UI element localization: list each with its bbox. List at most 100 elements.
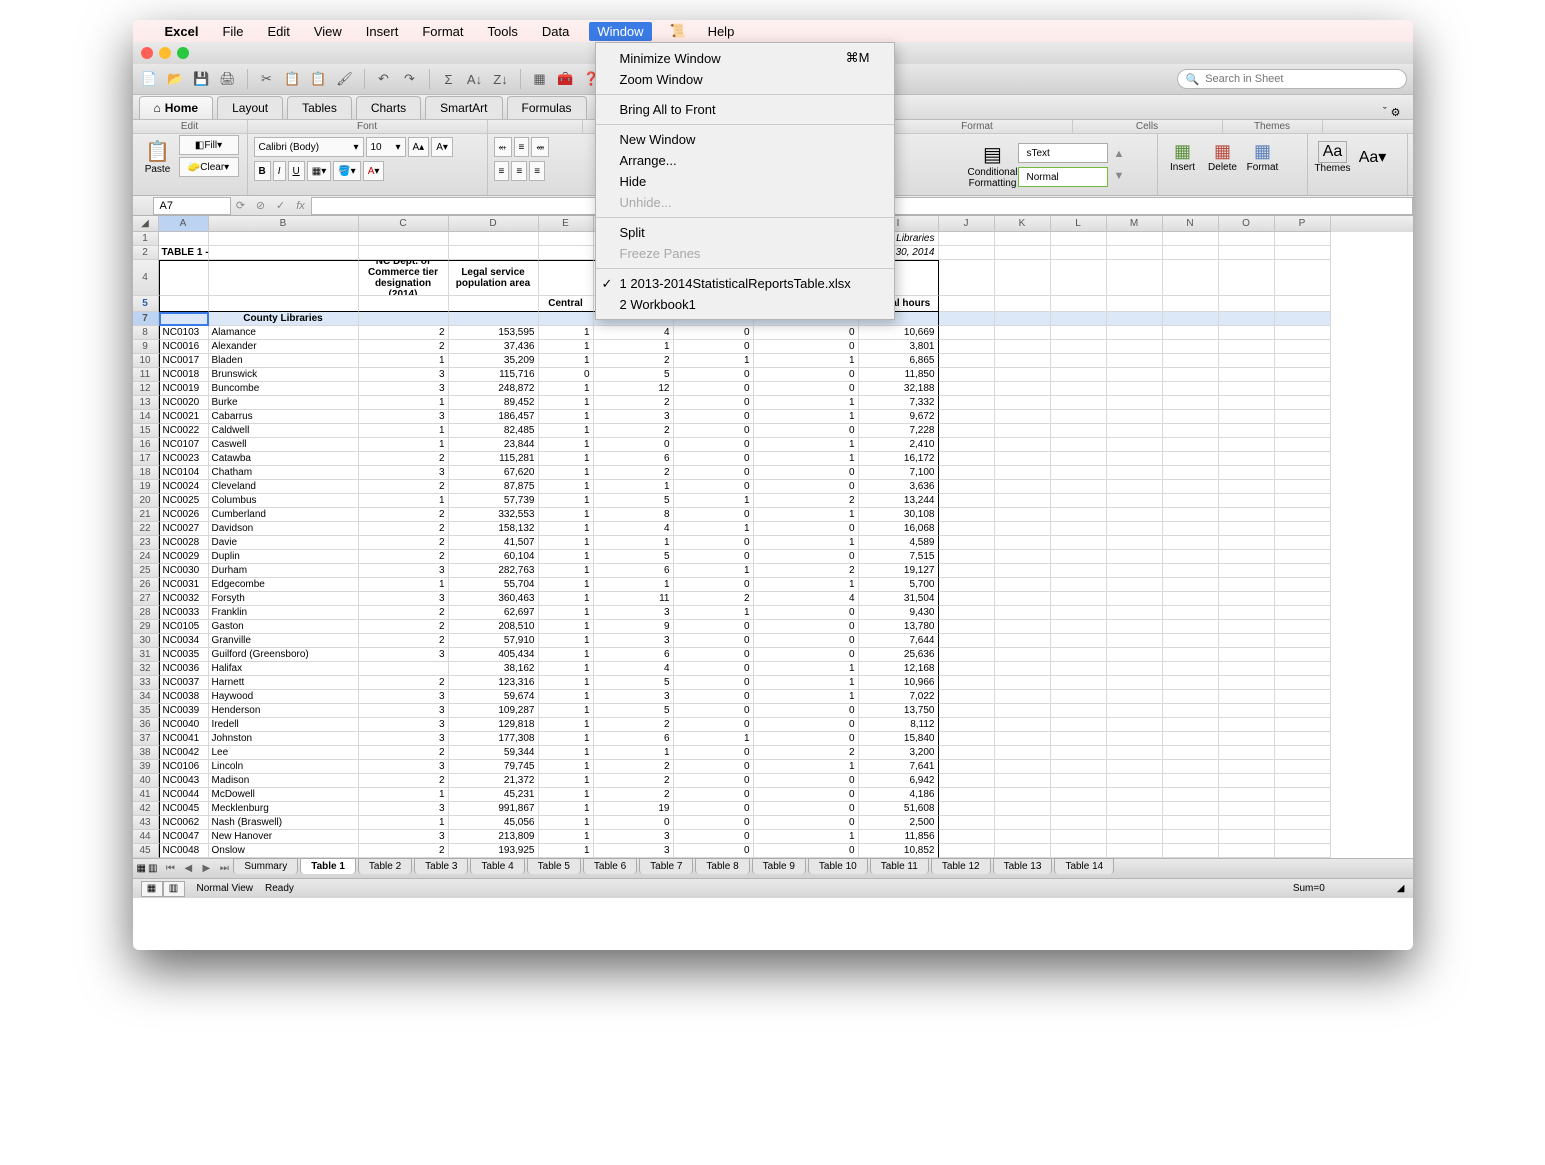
cell[interactable]: NC0038 — [159, 690, 209, 704]
cell[interactable] — [1219, 340, 1275, 354]
cell[interactable] — [995, 382, 1051, 396]
col-C[interactable]: C — [359, 216, 449, 232]
cell[interactable] — [995, 246, 1051, 260]
underline-button[interactable]: U — [288, 161, 305, 181]
cell[interactable] — [1219, 676, 1275, 690]
sheet-tab[interactable]: Table 4 — [470, 858, 524, 874]
cell[interactable]: County Libraries — [209, 312, 359, 326]
cell[interactable]: 1 — [754, 690, 859, 704]
cell[interactable]: Davidson — [209, 522, 359, 536]
cell[interactable]: Lincoln — [209, 760, 359, 774]
cell[interactable] — [939, 410, 995, 424]
cell[interactable] — [1219, 704, 1275, 718]
redo-icon[interactable]: ↷ — [399, 68, 421, 90]
cell[interactable]: Columbus — [209, 494, 359, 508]
row-header[interactable]: 38 — [133, 746, 159, 760]
row-header[interactable]: 19 — [133, 480, 159, 494]
cell[interactable]: NC0019 — [159, 382, 209, 396]
cell[interactable]: Madison — [209, 774, 359, 788]
cell[interactable] — [1051, 634, 1107, 648]
cell[interactable]: NC0037 — [159, 676, 209, 690]
cell[interactable] — [995, 844, 1051, 858]
cell[interactable]: New Hanover — [209, 830, 359, 844]
cell[interactable]: Legal service population area — [449, 260, 539, 296]
cell[interactable]: NC0030 — [159, 564, 209, 578]
cell[interactable]: 1 — [539, 424, 594, 438]
cell[interactable]: NC0062 — [159, 816, 209, 830]
cell[interactable] — [1107, 452, 1163, 466]
cell[interactable]: 19,127 — [859, 564, 939, 578]
cell[interactable] — [1163, 508, 1219, 522]
col-M[interactable]: M — [1107, 216, 1163, 232]
cell[interactable]: 1 — [539, 438, 594, 452]
cell[interactable] — [1275, 662, 1331, 676]
cell[interactable]: 158,132 — [449, 522, 539, 536]
cell[interactable] — [1219, 718, 1275, 732]
cell[interactable] — [1219, 246, 1275, 260]
menu-item[interactable]: Minimize Window⌘M — [596, 47, 894, 69]
cell[interactable] — [939, 480, 995, 494]
cell[interactable]: NC0106 — [159, 760, 209, 774]
cell[interactable] — [1051, 802, 1107, 816]
row-header[interactable]: 16 — [133, 438, 159, 452]
col-N[interactable]: N — [1163, 216, 1219, 232]
cell[interactable] — [359, 296, 449, 312]
menu-edit[interactable]: Edit — [263, 22, 293, 41]
cell[interactable]: 4 — [754, 592, 859, 606]
cell[interactable]: 16,068 — [859, 522, 939, 536]
cell[interactable]: NC0040 — [159, 718, 209, 732]
sheet-tab[interactable]: Table 7 — [639, 858, 693, 874]
cell[interactable]: 3 — [359, 592, 449, 606]
cell[interactable]: 3 — [594, 410, 674, 424]
cell[interactable]: 59,674 — [449, 690, 539, 704]
row-header[interactable]: 44 — [133, 830, 159, 844]
row-header[interactable]: 33 — [133, 676, 159, 690]
search-box[interactable]: 🔍 — [1177, 69, 1407, 89]
cell[interactable]: 2 — [359, 340, 449, 354]
cell[interactable] — [1163, 410, 1219, 424]
cell[interactable]: 11 — [594, 592, 674, 606]
cell[interactable]: 0 — [674, 774, 754, 788]
cell[interactable] — [1163, 648, 1219, 662]
increase-font-icon[interactable]: A▴ — [408, 137, 430, 157]
ribbon-tab-smartart[interactable]: SmartArt — [425, 96, 502, 119]
cell[interactable] — [1051, 676, 1107, 690]
cell[interactable]: 87,875 — [449, 480, 539, 494]
col-A[interactable]: A — [159, 216, 209, 232]
cell[interactable]: Chatham — [209, 466, 359, 480]
cell[interactable]: 405,434 — [449, 648, 539, 662]
cell[interactable] — [1163, 746, 1219, 760]
cell[interactable] — [1163, 676, 1219, 690]
cell[interactable] — [1275, 620, 1331, 634]
cell[interactable]: 1 — [594, 746, 674, 760]
cell[interactable]: 13,780 — [859, 620, 939, 634]
bold-button[interactable]: B — [254, 161, 271, 181]
cell[interactable] — [1163, 396, 1219, 410]
cell[interactable] — [939, 746, 995, 760]
cancel-icon[interactable]: ⊘ — [251, 199, 271, 212]
row-header[interactable]: 10 — [133, 354, 159, 368]
cell[interactable]: 1 — [359, 396, 449, 410]
align-middle-icon[interactable]: ≡ — [514, 137, 530, 157]
cell[interactable] — [1163, 480, 1219, 494]
cell[interactable] — [1219, 354, 1275, 368]
cell[interactable]: 1 — [754, 830, 859, 844]
active-cell[interactable] — [159, 312, 209, 326]
cell[interactable]: 2,500 — [859, 816, 939, 830]
cell[interactable] — [1051, 620, 1107, 634]
name-box[interactable]: A7 — [153, 197, 231, 215]
cell[interactable]: 0 — [754, 816, 859, 830]
style-up-icon[interactable]: ▲ — [1114, 148, 1125, 160]
cell[interactable] — [939, 606, 995, 620]
cell[interactable] — [939, 648, 995, 662]
cell[interactable] — [1107, 760, 1163, 774]
cell[interactable] — [1163, 592, 1219, 606]
cell[interactable] — [1219, 260, 1275, 296]
cell[interactable] — [995, 816, 1051, 830]
cell[interactable]: 31,504 — [859, 592, 939, 606]
cell[interactable]: 2 — [754, 564, 859, 578]
cell[interactable]: NC0033 — [159, 606, 209, 620]
cell[interactable]: 11,856 — [859, 830, 939, 844]
cell[interactable]: 3 — [594, 606, 674, 620]
cell[interactable]: 1 — [754, 508, 859, 522]
